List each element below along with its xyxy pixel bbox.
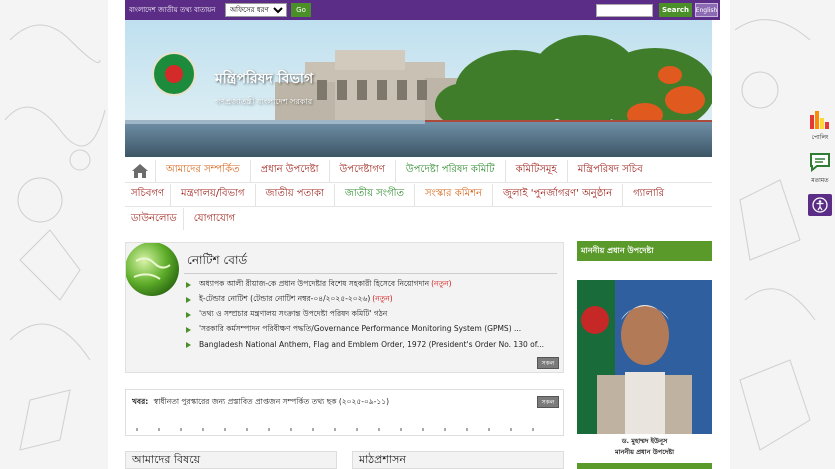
home-icon <box>132 163 148 178</box>
accessibility-icon <box>812 197 828 213</box>
notice-item[interactable]: 'তথ্য ও সম্প্রচার মন্ত্রণালয় সংক্রান্ত … <box>186 307 558 322</box>
notice-item[interactable]: 'সরকারি কর্মসম্পাদন পরিবীক্ষণ পদ্ধতি/Gov… <box>186 322 558 337</box>
nav-gallery[interactable]: গ্যালারি <box>622 183 674 206</box>
feedback-label[interactable]: মতামত <box>811 177 828 184</box>
notice-item[interactable]: Bangladesh National Anthem, Flag and Emb… <box>186 337 558 352</box>
notice-all-button[interactable]: সকল <box>537 357 559 369</box>
page-container: বাংলাদেশ জাতীয় তথ্য বাতায়ন অফিসের ধরণ … <box>108 0 730 469</box>
about-us-section-header: আমাদের বিষয়ে <box>125 451 337 469</box>
notice-item-text[interactable]: ই-টেন্ডার নোটিশ (টেন্ডার নোটিশ নম্বর-০৪/… <box>199 294 370 306</box>
notice-divider <box>184 273 557 274</box>
accessibility-tool[interactable] <box>805 194 835 216</box>
nav-cabinet-secretary[interactable]: মন্ত্রিপরিষদ সচিব <box>566 159 653 182</box>
nav-committees[interactable]: কমিটিসমূহ <box>504 159 567 182</box>
nav-national-anthem[interactable]: জাতীয় সংগীত <box>333 183 414 206</box>
chief-adviser-panel: মাননীয় প্রধান উপদেষ্টা ড. মুহাম্মদ ইউনূ… <box>577 241 712 469</box>
government-name: গণপ্রজাতন্ত্রী বাংলাদেশ সরকার <box>215 97 313 106</box>
chief-adviser-photo[interactable] <box>577 280 712 434</box>
new-badge: (নতুন) <box>431 278 452 288</box>
nav-download[interactable]: ডাউনলোড <box>125 208 183 230</box>
news-label: খবর: <box>132 397 149 406</box>
bullet-arrow-icon <box>186 281 191 288</box>
nav-ministries[interactable]: মন্ত্রণালয়/বিভাগ <box>170 183 255 206</box>
bar-chart-icon <box>810 111 829 129</box>
header-banner: মন্ত্রিপরিষদ বিভাগ গণপ্রজাতন্ত্রী বাংলাদ… <box>125 20 712 157</box>
left-decorative-background <box>0 0 108 469</box>
feedback-tool[interactable]: মতামত <box>805 151 835 186</box>
globe-icon <box>126 243 179 296</box>
bullet-arrow-icon <box>186 341 191 348</box>
notice-board-title: নোটিশ বোর্ড <box>187 253 248 267</box>
notice-list: অধ্যাপক আলী রীয়াজ-কে প্রধান উপদেষ্টার ব… <box>186 277 558 352</box>
nav-row-3: ডাউনলোড যোগাযোগ <box>125 207 712 231</box>
poll-label[interactable]: পোলিং <box>811 134 828 141</box>
notice-item-text[interactable]: 'সরকারি কর্মসম্পাদন পরিবীক্ষণ পদ্ধতি/Gov… <box>199 324 521 336</box>
notice-item-text[interactable]: 'তথ্য ও সম্প্রচার মন্ত্রণালয় সংক্রান্ত … <box>199 309 387 321</box>
news-all-button[interactable]: সকল <box>537 396 559 408</box>
office-type-select[interactable]: অফিসের ধরণ <box>225 3 287 17</box>
organization-name[interactable]: মন্ত্রিপরিষদ বিভাগ <box>215 67 313 91</box>
nav-national-flag[interactable]: জাতীয় পতাকা <box>254 183 334 206</box>
nav-advisers[interactable]: উপদেষ্টাগণ <box>328 159 395 182</box>
scrolling-text-strip <box>136 428 536 431</box>
search-button[interactable]: Search <box>659 3 692 17</box>
news-headline[interactable]: স্বাধীনতা পুরস্কারের জন্য প্রস্তাবিত প্র… <box>154 397 389 406</box>
search-input[interactable] <box>596 3 653 17</box>
main-navigation: আমাদের সম্পর্কিত প্রধান উপদেষ্টা উপদেষ্ট… <box>125 159 712 231</box>
poll-tool[interactable]: পোলিং <box>805 108 835 143</box>
chat-bubble-icon <box>810 153 830 172</box>
notice-item-text[interactable]: Bangladesh National Anthem, Flag and Emb… <box>199 340 544 349</box>
nav-row-1: আমাদের সম্পর্কিত প্রধান উপদেষ্টা উপদেষ্ট… <box>125 159 712 183</box>
nav-reform-commission[interactable]: সংস্কার কমিশন <box>414 183 492 206</box>
chief-adviser-role: মাননীয় প্রধান উপদেষ্টা <box>614 448 674 456</box>
nav-about-us[interactable]: আমাদের সম্পর্কিত <box>155 159 250 182</box>
home-link[interactable] <box>125 160 155 182</box>
go-button[interactable]: Go <box>291 3 311 17</box>
nav-contact[interactable]: যোগাযোগ <box>182 208 245 230</box>
nav-row-2: সচিবগণ মন্ত্রণালয়/বিভাগ জাতীয় পতাকা জা… <box>125 183 712 207</box>
banner-landscape-image <box>125 20 712 157</box>
nav-advisory-council-committee[interactable]: উপদেষ্টা পরিষদ কমিটি <box>394 159 505 182</box>
nav-july-event[interactable]: জুলাই 'পুনর্জাগরণ' অনুষ্ঠান <box>492 183 622 206</box>
chief-adviser-panel-title: মাননীয় প্রধান উপদেষ্টা <box>577 241 712 261</box>
government-logo-icon[interactable] <box>152 52 196 96</box>
notice-item[interactable]: ই-টেন্ডার নোটিশ (টেন্ডার নোটিশ নম্বর-০৪/… <box>186 292 558 307</box>
notice-item-text[interactable]: অধ্যাপক আলী রীয়াজ-কে প্রধান উপদেষ্টার ব… <box>199 279 429 291</box>
notice-item[interactable]: অধ্যাপক আলী রীয়াজ-কে প্রধান উপদেষ্টার ব… <box>186 277 558 292</box>
bullet-arrow-icon <box>186 326 191 333</box>
news-ticker-text[interactable]: খবর: স্বাধীনতা পুরস্কারের জন্য প্রস্তাবি… <box>132 397 389 409</box>
panel-bottom-bar <box>577 463 712 469</box>
bullet-arrow-icon <box>186 296 191 303</box>
bullet-arrow-icon <box>186 311 191 318</box>
nav-secretaries[interactable]: সচিবগণ <box>125 184 170 206</box>
nav-chief-adviser[interactable]: প্রধান উপদেষ্টা <box>249 159 329 182</box>
right-floating-tools: পোলিং মতামত <box>805 108 835 224</box>
language-toggle-button[interactable]: English <box>695 3 718 17</box>
top-bar: বাংলাদেশ জাতীয় তথ্য বাতায়ন অফিসের ধরণ … <box>125 0 720 20</box>
right-decorative-background <box>730 0 835 469</box>
news-ticker: খবর: স্বাধীনতা পুরস্কারের জন্য প্রস্তাবি… <box>125 389 564 436</box>
notice-board: নোটিশ বোর্ড অধ্যাপক আলী রীয়াজ-কে প্রধান… <box>125 242 564 373</box>
new-badge: (নতুন) <box>372 293 393 303</box>
portal-title[interactable]: বাংলাদেশ জাতীয় তথ্য বাতায়ন <box>129 4 225 16</box>
field-administration-section-header: মাঠপ্রশাসন <box>352 451 564 469</box>
chief-adviser-name: ড. মুহাম্মদ ইউনূস <box>621 437 668 445</box>
